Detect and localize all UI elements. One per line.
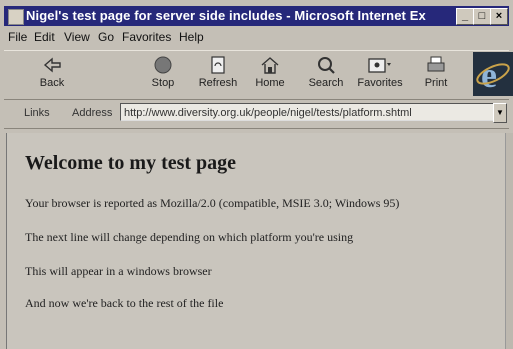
address-bar: Links Address http://www.diversity.org.u…: [4, 100, 509, 129]
stop-label: Stop: [151, 77, 175, 89]
refresh-label: Refresh: [198, 77, 238, 89]
search-label: Search: [308, 77, 344, 89]
windows-browser-text: This will appear in a windows browser: [25, 264, 212, 278]
address-label: Address: [72, 107, 113, 119]
print-button[interactable]: Print: [410, 53, 462, 95]
vertical-scrollbar[interactable]: [505, 133, 513, 349]
back-arrow-icon: [43, 57, 61, 73]
platform-note-text: The next line will change depending on w…: [25, 230, 354, 244]
home-label: Home: [255, 77, 285, 89]
menu-help[interactable]: Help: [179, 30, 204, 44]
favorites-button[interactable]: Favorites: [354, 53, 406, 95]
stop-icon: [154, 56, 172, 74]
svg-text:e: e: [481, 55, 497, 95]
toolbar: Back Stop Refresh Home Search Favorites …: [4, 50, 509, 100]
search-icon: [318, 57, 335, 74]
page-icon: [8, 9, 24, 25]
stop-button[interactable]: Stop: [137, 53, 189, 95]
menu-go[interactable]: Go: [98, 30, 114, 44]
browser-report-text: Your browser is reported as Mozilla/2.0 …: [25, 196, 400, 210]
minimize-button[interactable]: _: [456, 8, 474, 25]
browser-window: Nigel's test page for server side includ…: [0, 0, 513, 349]
rest-of-file-text: And now we're back to the rest of the fi…: [25, 296, 224, 310]
refresh-icon: [211, 56, 225, 74]
favorites-icon: [368, 58, 391, 73]
address-dropdown-icon[interactable]: ▼: [493, 103, 507, 123]
home-icon: [261, 57, 279, 74]
window-title: Nigel's test page for server side includ…: [26, 8, 426, 23]
menu-bar: File Edit View Go Favorites Help: [4, 29, 509, 47]
menu-edit[interactable]: Edit: [34, 30, 55, 44]
close-button[interactable]: ×: [490, 8, 508, 25]
ie-logo-icon: e: [473, 52, 513, 96]
links-button[interactable]: Links: [24, 107, 50, 119]
ie-logo-graphic: e: [476, 55, 510, 95]
favorites-label: Favorites: [357, 77, 403, 89]
menu-favorites[interactable]: Favorites: [122, 30, 171, 44]
menu-view[interactable]: View: [64, 30, 90, 44]
back-label: Back: [39, 77, 65, 89]
address-input[interactable]: http://www.diversity.org.uk/people/nigel…: [120, 103, 498, 121]
home-button[interactable]: Home: [244, 53, 296, 95]
back-button[interactable]: Back: [26, 53, 78, 95]
print-icon: [427, 56, 445, 72]
maximize-button[interactable]: □: [473, 8, 491, 25]
search-button[interactable]: Search: [300, 53, 352, 95]
menu-file[interactable]: File: [8, 30, 27, 44]
refresh-button[interactable]: Refresh: [192, 53, 244, 95]
page-heading: Welcome to my test page: [25, 152, 237, 174]
title-bar: Nigel's test page for server side includ…: [4, 6, 509, 26]
page-content: Welcome to my test page Your browser is …: [6, 133, 508, 349]
print-label: Print: [424, 77, 448, 89]
